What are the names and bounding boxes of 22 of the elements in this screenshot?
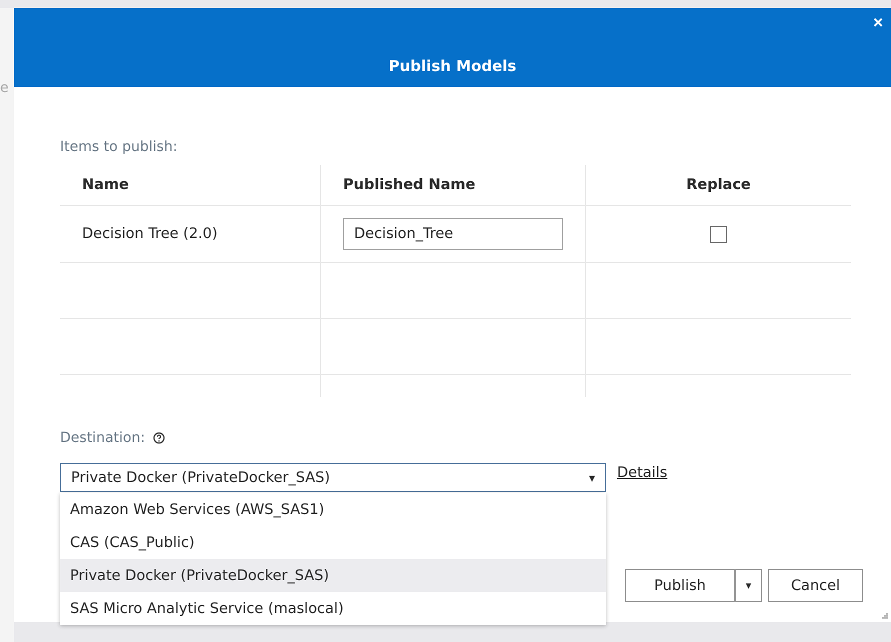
background-text: e (0, 81, 8, 95)
details-link[interactable]: Details (617, 465, 668, 481)
dropdown-option[interactable]: Private Docker (PrivateDocker_SAS) (60, 559, 606, 592)
help-icon[interactable] (153, 432, 166, 444)
resize-grip-icon[interactable] (882, 613, 888, 619)
replace-checkbox[interactable] (710, 226, 727, 242)
items-label: Items to publish: (60, 139, 178, 155)
column-header: Replace (686, 177, 751, 193)
dropdown-option[interactable]: Amazon Web Services (AWS_SAS1) (60, 493, 606, 526)
publish-button[interactable]: Publish (625, 569, 735, 602)
destination-label: Destination: (60, 430, 146, 446)
publish-menu-button[interactable]: ▾ (735, 569, 762, 602)
table-cell: Decision Tree (2.0) (82, 226, 218, 242)
destination-dropdown[interactable]: Private Docker (PrivateDocker_SAS) ▾ (60, 463, 606, 492)
column-header: Published Name (343, 177, 476, 193)
dropdown-option[interactable]: CAS (CAS_Public) (60, 526, 606, 559)
cancel-button[interactable]: Cancel (768, 569, 863, 602)
published-name-field[interactable]: Decision_Tree (343, 218, 563, 250)
dropdown-option[interactable]: SAS Micro Analytic Service (maslocal) (60, 592, 606, 625)
column-header: Name (82, 177, 129, 193)
close-button[interactable]: × (869, 13, 887, 33)
dialog-title: Publish Models (388, 57, 516, 75)
